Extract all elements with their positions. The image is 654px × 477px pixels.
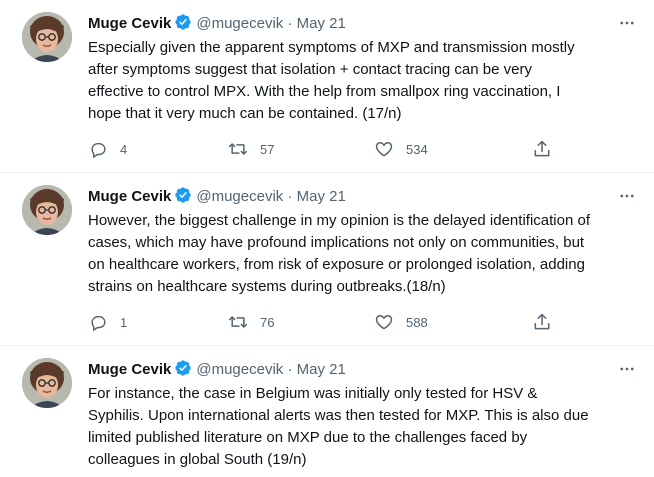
like-count: 588: [406, 314, 428, 330]
author-handle[interactable]: @mugecevik: [196, 188, 283, 205]
share-icon: [532, 312, 552, 332]
tweet-text: However, the biggest challenge in my opi…: [88, 212, 590, 295]
retweet-icon: [228, 312, 248, 332]
verified-badge-icon: [174, 13, 192, 37]
like-icon: [374, 139, 394, 159]
author-name[interactable]: Muge Cevik: [88, 188, 171, 205]
tweet-header: Muge Cevik @mugecevik · May 21: [88, 359, 634, 379]
retweet-button[interactable]: 57: [228, 138, 274, 160]
retweet-button[interactable]: 76: [228, 311, 274, 333]
tweet-text: Especially given the apparent symptoms o…: [88, 39, 575, 122]
retweet-count: 57: [260, 141, 275, 157]
more-icon[interactable]: [616, 358, 638, 380]
reply-count: 1: [120, 314, 128, 330]
share-button[interactable]: [532, 311, 552, 333]
like-button[interactable]: 588: [374, 311, 428, 333]
retweet-count: 76: [260, 314, 275, 330]
like-button[interactable]: 534: [374, 138, 428, 160]
tweet-header: Muge Cevik @mugecevik · May 21: [88, 13, 634, 33]
tweet-header: Muge Cevik @mugecevik · May 21: [88, 186, 634, 206]
separator-dot: ·: [287, 15, 293, 32]
author-handle[interactable]: @mugecevik: [196, 361, 283, 378]
author-handle[interactable]: @mugecevik: [196, 15, 283, 32]
tweet[interactable]: Muge Cevik @mugecevik · May 21 Especially…: [0, 0, 654, 173]
separator-dot: ·: [287, 188, 293, 205]
tweet-actions: 1 76 588: [88, 311, 558, 333]
avatar[interactable]: [22, 185, 72, 235]
tweet-date[interactable]: May 21: [297, 188, 346, 205]
verified-badge-icon: [174, 186, 192, 210]
reply-button[interactable]: 4: [88, 138, 127, 160]
avatar[interactable]: [22, 12, 72, 62]
reply-count: 4: [120, 141, 128, 157]
tweet-date[interactable]: May 21: [297, 15, 346, 32]
tweet-date[interactable]: May 21: [297, 361, 346, 378]
reply-button[interactable]: 1: [88, 311, 127, 333]
like-count: 534: [406, 141, 428, 157]
like-icon: [374, 312, 394, 332]
separator-dot: ·: [287, 361, 293, 378]
tweet[interactable]: Muge Cevik @mugecevik · May 21 For instan…: [0, 346, 654, 477]
share-button[interactable]: [532, 138, 552, 160]
avatar[interactable]: [22, 358, 72, 408]
tweet-text: For instance, the case in Belgium was in…: [88, 385, 589, 468]
reply-icon: [88, 312, 108, 332]
share-icon: [532, 139, 552, 159]
retweet-icon: [228, 139, 248, 159]
more-icon[interactable]: [616, 12, 638, 34]
more-icon[interactable]: [616, 185, 638, 207]
tweet-actions: 4 57 534: [88, 138, 558, 160]
author-name[interactable]: Muge Cevik: [88, 15, 171, 32]
tweet[interactable]: Muge Cevik @mugecevik · May 21 However, t…: [0, 173, 654, 346]
author-name[interactable]: Muge Cevik: [88, 361, 171, 378]
reply-icon: [88, 139, 108, 159]
verified-badge-icon: [174, 359, 192, 383]
